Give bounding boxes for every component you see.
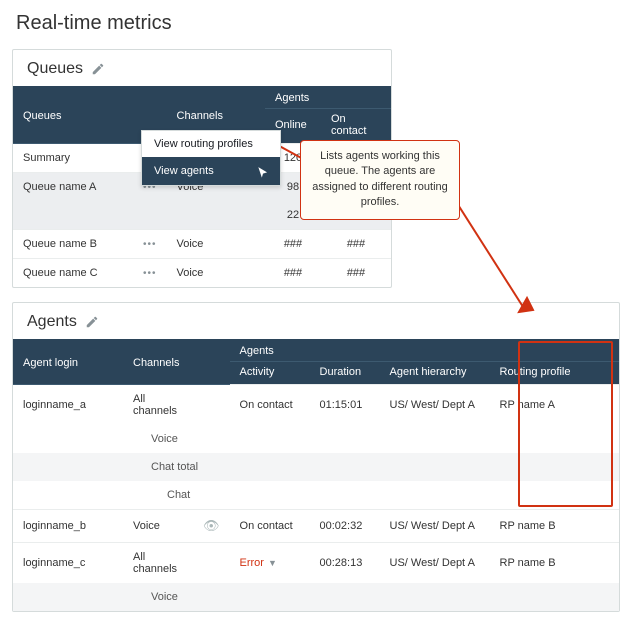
queue-row[interactable]: Queue name C ••• Voice ### ### [13, 259, 391, 288]
queue-on-contact: ### [321, 230, 391, 259]
agent-routing: RP name B [490, 543, 619, 584]
visibility-icon[interactable]: 👁 [203, 518, 220, 533]
col-agents-group: Agents [265, 86, 391, 109]
col-channels[interactable]: Channels [123, 339, 230, 385]
agents-title: Agents [27, 313, 77, 331]
queue-on-contact: ### [321, 259, 391, 288]
agent-row[interactable]: loginname_b Voice 👁 On contact 00:02:32 … [13, 510, 619, 543]
agent-routing: RP name B [490, 510, 619, 543]
col-routing-profile[interactable]: Routing profile [490, 362, 619, 385]
agent-channel: All channels [123, 385, 193, 426]
agent-channel: Voice [123, 510, 193, 543]
agent-activity: Error ▼ [230, 543, 310, 584]
agent-sub-row: Chat [13, 481, 619, 510]
agent-hierarchy: US/ West/ Dept A [380, 510, 490, 543]
agent-hierarchy: US/ West/ Dept A [380, 385, 490, 426]
agent-sub-row: Voice [13, 583, 619, 611]
queue-name: Queue name A [13, 173, 133, 202]
agent-activity: On contact [230, 385, 310, 426]
queue-row[interactable]: Queue name B ••• Voice ### ### [13, 230, 391, 259]
edit-icon[interactable] [91, 62, 105, 76]
col-activity[interactable]: Activity [230, 362, 310, 385]
agent-login: loginname_c [13, 543, 123, 584]
agent-channel: All channels [123, 543, 193, 584]
col-hierarchy[interactable]: Agent hierarchy [380, 362, 490, 385]
menu-view-routing-profiles[interactable]: View routing profiles [142, 131, 280, 157]
page-title: Real-time metrics [16, 12, 625, 35]
queue-channel: Voice [167, 230, 265, 259]
chevron-down-icon[interactable]: ▼ [268, 558, 277, 568]
row-context-menu: View routing profiles View agents [141, 130, 281, 186]
agent-login: loginname_a [13, 385, 123, 426]
menu-view-agents[interactable]: View agents [142, 157, 280, 185]
agent-activity: On contact [230, 510, 310, 543]
col-duration[interactable]: Duration [310, 362, 380, 385]
edit-icon[interactable] [85, 315, 99, 329]
agent-hierarchy: US/ West/ Dept A [380, 543, 490, 584]
queue-channel: Voice [167, 259, 265, 288]
agent-duration: 01:15:01 [310, 385, 380, 426]
row-menu-icon[interactable]: ••• [143, 239, 157, 250]
sub-channel: Chat [123, 481, 619, 510]
agent-sub-row: Chat total [13, 453, 619, 481]
col-agent-login[interactable]: Agent login [13, 339, 123, 385]
agents-table: Agent login Channels Agents Activity Dur… [13, 339, 619, 611]
agent-duration: 00:28:13 [310, 543, 380, 584]
agent-sub-row: Voice [13, 425, 619, 453]
sub-channel: Voice [123, 425, 619, 453]
agent-row[interactable]: loginname_c All channels Error ▼ 00:28:13… [13, 543, 619, 584]
agent-duration: 00:02:32 [310, 510, 380, 543]
row-menu-icon[interactable]: ••• [143, 268, 157, 279]
activity-error: Error [240, 557, 264, 569]
col-queues[interactable]: Queues [13, 86, 133, 144]
sub-channel: Chat total [123, 453, 619, 481]
col-on-contact[interactable]: On contact [321, 109, 391, 144]
queue-name: Queue name C [13, 259, 133, 288]
queue-online: ### [265, 259, 321, 288]
agents-section: Agents Agent login Channels Agents Activ… [12, 302, 620, 612]
queue-online: ### [265, 230, 321, 259]
col-agents-group: Agents [230, 339, 619, 362]
cursor-icon [256, 166, 270, 180]
annotation-callout: Lists agents working this queue. The age… [300, 140, 460, 220]
menu-view-agents-label: View agents [154, 165, 214, 177]
sub-channel: Voice [123, 583, 619, 611]
agent-routing: RP name A [490, 385, 619, 426]
agent-login: loginname_b [13, 510, 123, 543]
agent-row[interactable]: loginname_a All channels On contact 01:1… [13, 385, 619, 426]
queue-name: Queue name B [13, 230, 133, 259]
queues-title: Queues [27, 60, 83, 78]
